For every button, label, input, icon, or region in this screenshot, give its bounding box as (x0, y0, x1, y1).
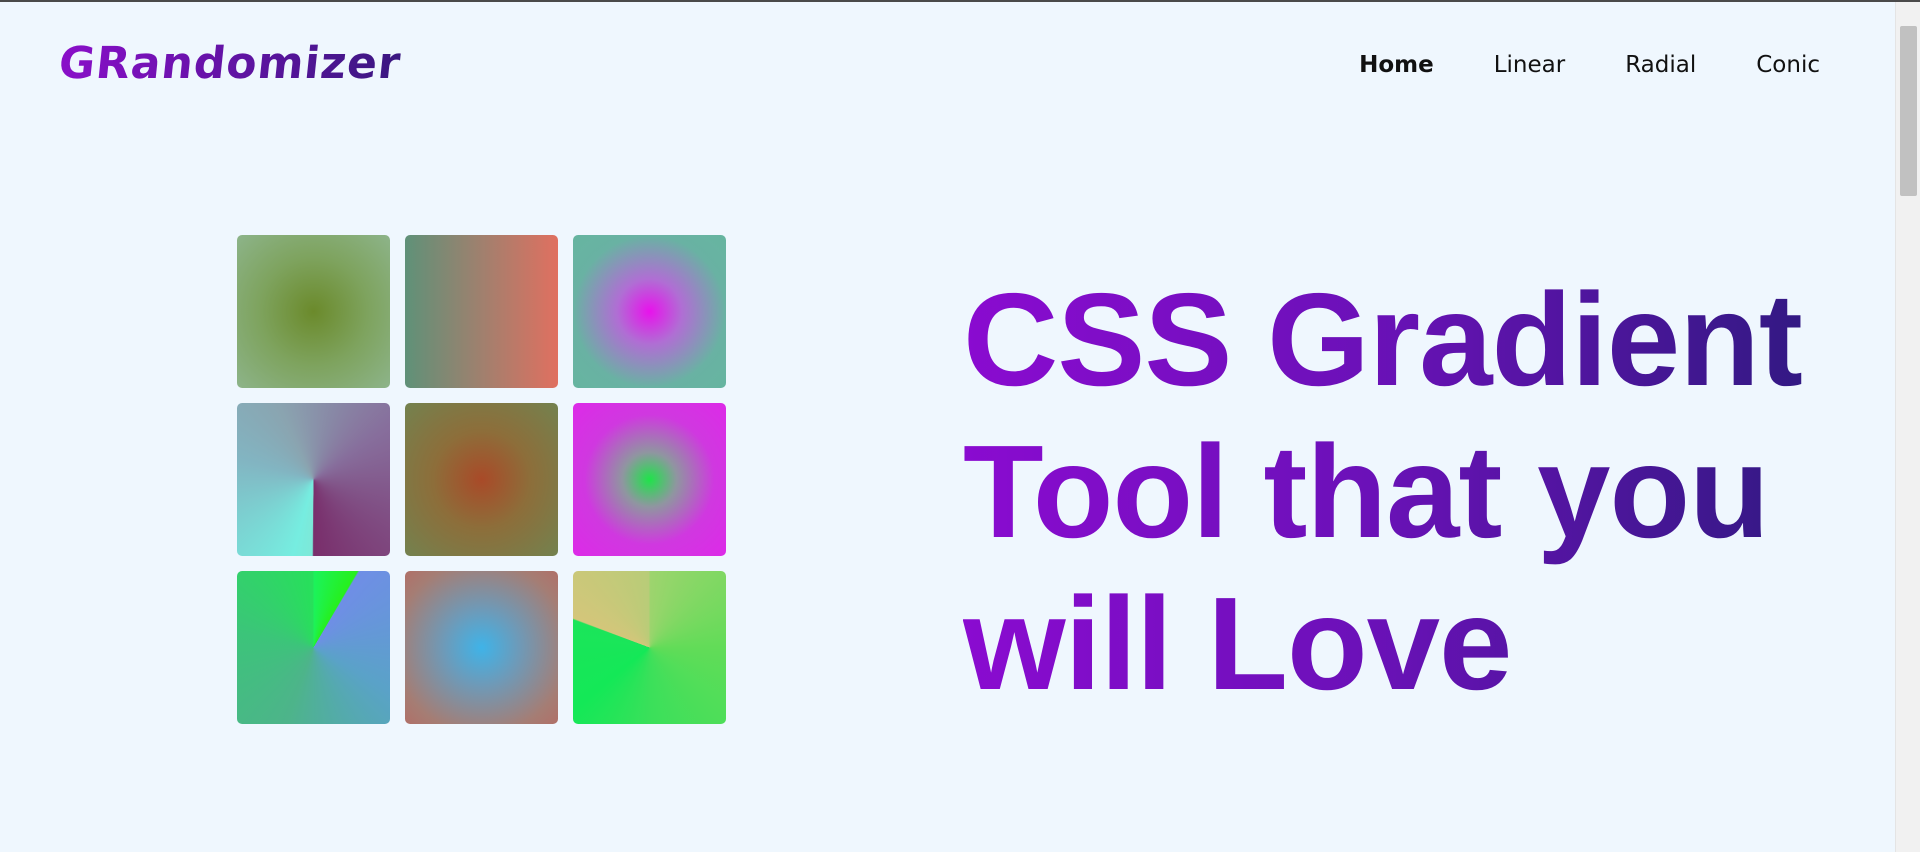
scrollbar-thumb[interactable] (1900, 26, 1917, 196)
gradient-tile (237, 235, 390, 388)
gradient-tile (237, 571, 390, 724)
gradient-gallery (237, 235, 726, 724)
nav-item-linear[interactable]: Linear (1494, 52, 1565, 78)
hero-headline-line: Tool that you (963, 418, 1769, 565)
nav-item-radial[interactable]: Radial (1625, 52, 1696, 78)
nav-item-home[interactable]: Home (1359, 52, 1434, 78)
main-nav: Home Linear Radial Conic (1359, 52, 1820, 78)
gradient-tile (405, 235, 558, 388)
hero-headline-line: will Love (963, 570, 1512, 717)
gradient-tile (237, 403, 390, 556)
gradient-tile (573, 403, 726, 556)
hero-headline-line: CSS Gradient (963, 266, 1802, 413)
gradient-tile (405, 571, 558, 724)
gradient-tile (573, 235, 726, 388)
nav-item-conic[interactable]: Conic (1756, 52, 1820, 78)
hero-headline: CSS Gradient Tool that you will Love (963, 264, 1863, 720)
page: GRandomizer Home Linear Radial Conic CSS… (0, 2, 1895, 852)
gradient-tile (573, 571, 726, 724)
brand-logo[interactable]: GRandomizer (56, 38, 403, 89)
vertical-scrollbar[interactable] (1895, 2, 1920, 852)
gradient-tile (405, 403, 558, 556)
